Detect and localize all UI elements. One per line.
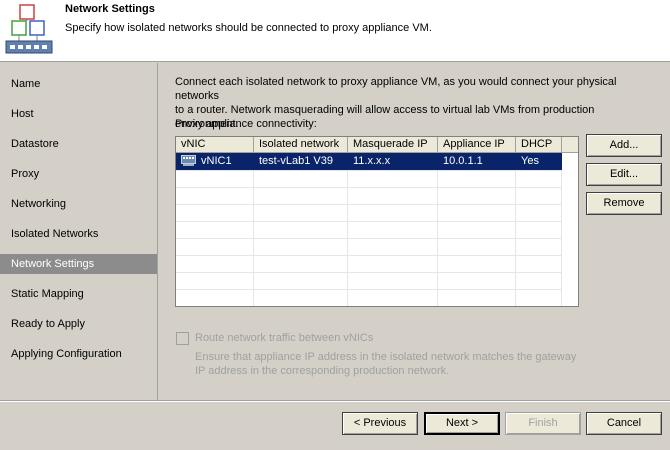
cell-appliance-ip: 10.0.1.1 — [443, 155, 483, 167]
network-wizard-icon — [5, 4, 53, 54]
grid-line — [561, 153, 562, 306]
previous-button[interactable]: < Previous — [342, 412, 418, 435]
wizard-header: Network Settings Specify how isolated ne… — [0, 0, 670, 62]
network-adapter-icon — [181, 155, 196, 166]
finish-button[interactable]: Finish — [505, 412, 581, 435]
route-traffic-label: Route network traffic between vNICs — [195, 332, 374, 344]
column-header-isolated-network[interactable]: Isolated network — [254, 137, 348, 153]
sidebar-item-applying-configuration[interactable]: Applying Configuration — [0, 344, 157, 364]
column-header-dhcp[interactable]: DHCP — [516, 137, 562, 153]
column-header-vnic[interactable]: vNIC — [176, 137, 254, 153]
sidebar-item-network-settings[interactable]: Network Settings — [0, 254, 157, 274]
sidebar-item-ready-to-apply[interactable]: Ready to Apply — [0, 314, 157, 334]
wizard-steps-sidebar: Name Host Datastore Proxy Networking Iso… — [0, 63, 158, 400]
grid-line — [176, 221, 562, 222]
description-line: Connect each isolated network to proxy a… — [175, 76, 617, 102]
column-header-filler — [562, 137, 578, 153]
connectivity-table[interactable]: vNIC Isolated network Masquerade IP Appl… — [175, 136, 579, 307]
grid-line — [176, 170, 562, 171]
grid-line — [347, 153, 348, 306]
edit-button[interactable]: Edit... — [586, 163, 662, 186]
connectivity-label: Proxy appliance connectivity: — [175, 118, 317, 130]
cell-isolated-network: test-vLab1 V39 — [259, 155, 333, 167]
grid-line — [176, 255, 562, 256]
grid-line — [176, 238, 562, 239]
grid-line — [176, 204, 562, 205]
cell-masquerade-ip: 11.x.x.x — [353, 155, 391, 167]
route-traffic-checkbox[interactable] — [176, 332, 189, 345]
grid-line — [176, 187, 562, 188]
page-title: Network Settings — [65, 3, 155, 15]
table-row[interactable]: vNIC1 test-vLab1 V39 11.x.x.x 10.0.1.1 Y… — [176, 153, 562, 170]
add-button[interactable]: Add... — [586, 134, 662, 157]
page-subtitle: Specify how isolated networks should be … — [65, 22, 432, 34]
footer-divider — [0, 400, 670, 402]
sidebar-item-networking[interactable]: Networking — [0, 194, 157, 214]
grid-line — [253, 153, 254, 306]
hint-line: Ensure that appliance IP address in the … — [195, 351, 577, 363]
hint-line: IP address in the corresponding producti… — [195, 365, 450, 377]
cell-vnic: vNIC1 — [201, 155, 232, 167]
sidebar-item-host[interactable]: Host — [0, 104, 157, 124]
cell-dhcp: Yes — [521, 155, 539, 167]
cancel-button[interactable]: Cancel — [586, 412, 662, 435]
gateway-hint: Ensure that appliance IP address in the … — [195, 350, 595, 378]
grid-line — [176, 272, 562, 273]
grid-line — [176, 289, 562, 290]
sidebar-item-proxy[interactable]: Proxy — [0, 164, 157, 184]
column-header-appliance-ip[interactable]: Appliance IP — [438, 137, 516, 153]
sidebar-item-name[interactable]: Name — [0, 74, 157, 94]
grid-line — [437, 153, 438, 306]
sidebar-item-static-mapping[interactable]: Static Mapping — [0, 284, 157, 304]
sidebar-item-datastore[interactable]: Datastore — [0, 134, 157, 154]
table-header: vNIC Isolated network Masquerade IP Appl… — [176, 137, 578, 153]
remove-button[interactable]: Remove — [586, 192, 662, 215]
grid-line — [515, 153, 516, 306]
column-header-masquerade-ip[interactable]: Masquerade IP — [348, 137, 438, 153]
next-button[interactable]: Next > — [424, 412, 500, 435]
sidebar-item-isolated-networks[interactable]: Isolated Networks — [0, 224, 157, 244]
